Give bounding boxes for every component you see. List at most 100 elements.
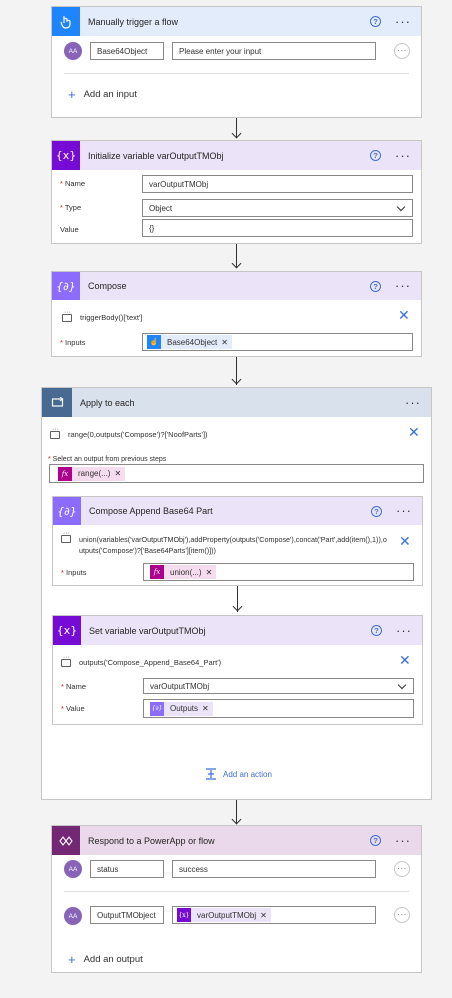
plus-icon: + — [68, 952, 76, 967]
respond-title: Respond to a PowerApp or flow — [88, 835, 215, 846]
remove-token-icon[interactable]: ✕ — [114, 469, 125, 478]
connector-arrow — [231, 814, 242, 825]
output-more-button[interactable]: ··· — [394, 861, 410, 877]
chevron-down-icon — [397, 680, 407, 690]
text-type-avatar: AA — [64, 42, 82, 60]
compose-append-title: Compose Append Base64 Part — [89, 506, 213, 516]
close-icon[interactable]: ✕ — [408, 425, 420, 441]
variable-type-select[interactable]: Object — [142, 199, 413, 217]
variable-name-input[interactable]: varOutputTMObj — [142, 175, 413, 193]
compose-expression: triggerBody()['text'] — [62, 309, 142, 322]
set-variable-header[interactable]: {x} Set variable varOutputTMObj ? ··· — [53, 616, 422, 645]
add-output-button[interactable]: + Add an output — [68, 952, 143, 967]
comment-icon — [61, 530, 71, 543]
trigger-card-header[interactable]: Manually trigger a flow ? ··· — [52, 7, 421, 36]
output-value-input[interactable]: success — [172, 860, 376, 878]
value-label: Value — [60, 225, 79, 234]
apply-to-each-header[interactable]: Apply to each ··· — [42, 388, 431, 417]
output-name-input[interactable]: status — [90, 860, 164, 878]
variable-icon: {x} — [53, 616, 81, 645]
remove-token-icon[interactable]: ✕ — [221, 338, 232, 347]
comment-icon — [61, 654, 71, 667]
close-icon[interactable]: ✕ — [398, 308, 410, 324]
compose-append-inputs-field[interactable]: fx union(...) ✕ — [143, 563, 414, 581]
expression-token[interactable]: fx range(...) ✕ — [58, 466, 126, 481]
more-options-icon[interactable]: ··· — [395, 834, 411, 847]
output-value-field[interactable]: {x} varOutputTMObj ✕ — [172, 906, 376, 924]
name-label: * Name — [61, 682, 87, 691]
variable-value-input[interactable]: {} — [142, 219, 413, 237]
help-icon[interactable]: ? — [371, 625, 382, 636]
compose-title: Compose — [88, 281, 127, 291]
add-action-icon — [205, 768, 217, 780]
dynamic-token[interactable]: {x} varOutputTMObj ✕ — [177, 908, 271, 922]
plus-icon: + — [68, 87, 76, 102]
help-icon[interactable]: ? — [370, 150, 381, 161]
chevron-down-icon — [396, 202, 406, 212]
add-action-button[interactable]: Add an action — [205, 768, 272, 780]
connector-arrow — [231, 374, 242, 385]
add-action-label: Add an action — [223, 769, 272, 779]
compose-inputs-field[interactable]: ☝ Base64Object ✕ — [142, 333, 413, 351]
connector-arrow — [231, 128, 242, 139]
trigger-title: Manually trigger a flow — [88, 16, 179, 27]
help-icon[interactable]: ? — [370, 835, 381, 846]
set-variable-expression: outputs('Compose_Append_Base64_Part') — [61, 654, 221, 667]
close-icon[interactable]: ✕ — [399, 653, 411, 669]
help-icon[interactable]: ? — [370, 280, 381, 292]
variable-icon: {x} — [177, 908, 191, 922]
loop-icon — [42, 388, 72, 417]
comment-icon — [50, 426, 60, 439]
apply-expression: range(0,outputs('Compose')?['NoofParts']… — [50, 426, 208, 439]
init-variable-header[interactable]: {x} Initialize variable varOutputTMObj ?… — [52, 141, 421, 170]
apply-to-each-title: Apply to each — [80, 397, 135, 408]
respond-header[interactable]: Respond to a PowerApp or flow ? ··· — [52, 826, 421, 855]
more-options-icon[interactable]: ··· — [395, 149, 411, 162]
compose-append-card: {∂} Compose Append Base64 Part ? ··· uni… — [52, 496, 423, 586]
set-variable-name-select[interactable]: varOutputTMObj — [143, 678, 414, 694]
compose-icon: {∂} — [53, 497, 81, 525]
expression-token[interactable]: fx union(...) ✕ — [150, 565, 217, 579]
compose-append-expression: union(variables('varOutputTMObj'),addPro… — [61, 530, 391, 556]
more-options-icon[interactable]: ··· — [396, 504, 412, 517]
compose-card: {∂} Compose ? ··· triggerBody()['text'] … — [51, 271, 422, 357]
init-variable-card: {x} Initialize variable varOutputTMObj ?… — [51, 140, 422, 244]
respond-card: Respond to a PowerApp or flow ? ··· AA s… — [51, 825, 422, 973]
comment-icon — [62, 309, 72, 322]
add-input-button[interactable]: + Add an input — [68, 87, 137, 102]
help-icon[interactable]: ? — [371, 505, 382, 517]
divider — [64, 73, 409, 74]
more-options-icon[interactable]: ··· — [405, 396, 421, 409]
connector-arrow — [231, 258, 242, 269]
dynamic-token[interactable]: {∂} Outputs ✕ — [150, 701, 213, 716]
powerapps-icon — [52, 826, 80, 855]
divider — [64, 891, 409, 892]
function-icon: fx — [150, 565, 164, 579]
remove-token-icon[interactable]: ✕ — [206, 568, 217, 577]
close-icon[interactable]: ✕ — [399, 534, 411, 550]
output-more-button[interactable]: ··· — [394, 907, 410, 923]
add-input-label: Add an input — [83, 89, 137, 100]
set-variable-value-field[interactable]: {∂} Outputs ✕ — [143, 699, 414, 718]
compose-header[interactable]: {∂} Compose ? ··· — [52, 272, 421, 300]
hand-touch-icon: ☝ — [147, 335, 161, 349]
remove-token-icon[interactable]: ✕ — [260, 911, 271, 920]
dynamic-token[interactable]: ☝ Base64Object ✕ — [147, 335, 232, 349]
remove-token-icon[interactable]: ✕ — [202, 704, 213, 713]
variable-icon: {x} — [52, 141, 80, 170]
more-options-icon[interactable]: ··· — [396, 624, 412, 637]
inputs-label: * Inputs — [60, 338, 86, 347]
set-variable-title: Set variable varOutputTMObj — [89, 625, 206, 636]
help-icon[interactable]: ? — [370, 16, 381, 27]
compose-append-header[interactable]: {∂} Compose Append Base64 Part ? ··· — [53, 497, 422, 525]
trigger-input-name[interactable]: Base64Object — [90, 42, 164, 60]
output-name-input[interactable]: OutputTMObject — [90, 906, 164, 924]
more-options-icon[interactable]: ··· — [395, 15, 411, 28]
value-label: * Value — [61, 704, 85, 713]
name-label: * Name — [60, 179, 86, 188]
select-output-field[interactable]: fx range(...) ✕ — [49, 464, 424, 483]
trigger-input-placeholder[interactable]: Please enter your input — [172, 42, 376, 60]
more-options-icon[interactable]: ··· — [395, 279, 411, 292]
compose-icon: {∂} — [52, 272, 80, 300]
input-more-button[interactable]: ··· — [394, 43, 410, 59]
